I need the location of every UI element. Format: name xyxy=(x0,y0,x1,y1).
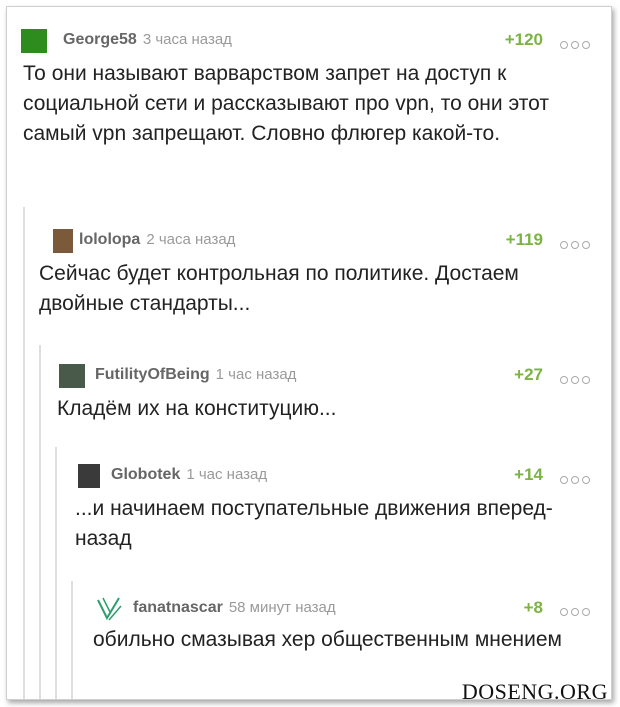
comment-time: 1 час назад xyxy=(215,366,297,383)
comment-time: 58 минут назад xyxy=(228,599,336,616)
comment-george58: George58 3 часа назад +120 То они называю… xyxy=(7,7,611,191)
comment-time: 3 часа назад xyxy=(142,31,232,48)
more-options-icon[interactable] xyxy=(560,471,593,489)
comment-rating: +119 xyxy=(505,230,543,249)
avatar[interactable] xyxy=(78,464,100,488)
author-name[interactable]: George58 xyxy=(63,31,137,48)
watermark: DOSENG.ORG xyxy=(461,679,608,704)
comment-text: обильно смазывая хер общественным мнение… xyxy=(93,628,562,651)
comment-rating: +14 xyxy=(514,465,543,484)
comment-text: То они называют варварством запрет на до… xyxy=(23,62,549,145)
more-options-icon[interactable] xyxy=(560,36,593,54)
more-options-icon[interactable] xyxy=(560,236,593,254)
comment-text: Кладём их на конституцию... xyxy=(57,397,337,420)
avatar[interactable] xyxy=(53,229,73,253)
comment-text: ...и начинаем поступательные движения вп… xyxy=(75,497,553,550)
thread-line[interactable] xyxy=(39,345,41,699)
comment-time: 2 часа назад xyxy=(146,231,236,248)
thread-line[interactable] xyxy=(23,207,25,699)
more-options-icon[interactable] xyxy=(560,371,593,389)
comment-author[interactable]: FutilityOfBeing 1 час назад xyxy=(95,366,296,384)
comment-text: Сейчас будет контрольная по политике. До… xyxy=(39,262,519,315)
comment-rating: +27 xyxy=(514,365,543,384)
fanatnascar-logo-icon xyxy=(97,597,122,621)
comment-author[interactable]: lololopa 2 часа назад xyxy=(79,231,235,249)
comment-time: 1 час назад xyxy=(186,466,268,483)
author-name[interactable]: lololopa xyxy=(79,231,140,248)
comment-author[interactable]: fanatnascar 58 минут назад xyxy=(133,599,336,617)
comment-thread: George58 3 часа назад +120 То они называю… xyxy=(6,6,612,700)
avatar[interactable] xyxy=(95,596,123,621)
comment-author[interactable]: George58 3 часа назад xyxy=(63,31,232,49)
more-options-icon[interactable] xyxy=(560,603,593,621)
avatar[interactable] xyxy=(21,29,47,53)
author-name[interactable]: fanatnascar xyxy=(133,599,223,616)
author-name[interactable]: FutilityOfBeing xyxy=(95,366,210,383)
author-name[interactable]: Globotek xyxy=(111,466,180,483)
comment-author[interactable]: Globotek 1 час назад xyxy=(111,466,267,484)
avatar[interactable] xyxy=(59,364,85,388)
comment-rating: +120 xyxy=(504,30,543,49)
comment-rating: +8 xyxy=(523,598,543,617)
